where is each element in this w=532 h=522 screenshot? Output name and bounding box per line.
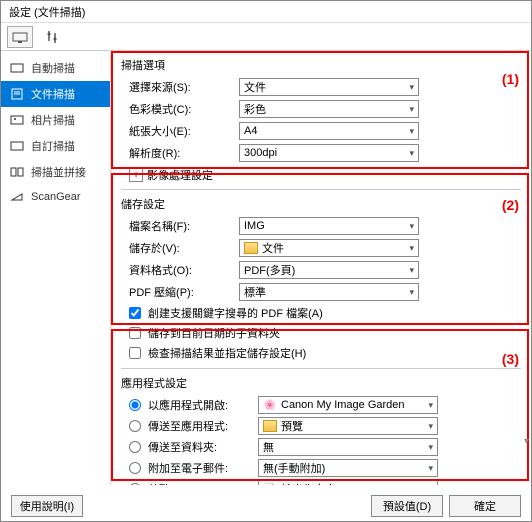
scangear-icon [9,190,25,204]
annotation-label-3: (3) [502,351,519,367]
scroll-indicator-icon[interactable]: ▾ [524,436,529,447]
attach-email-radio[interactable] [129,462,141,474]
open-with-app-label: 以應用程式開啟: [148,397,254,413]
sidebar-item-auto[interactable]: 自動掃描 [1,55,110,81]
saveto-select[interactable]: 文件▾ [239,239,419,257]
save-settings-title: 儲存設定 [121,196,525,212]
color-label: 色彩模式(C): [129,101,239,117]
chevron-down-icon: ▾ [409,126,414,137]
scan-options-title: 掃描選項 [121,57,525,73]
send-to-app-radio[interactable] [129,420,141,432]
pdfcomp-select[interactable]: 標準▾ [239,283,419,301]
format-select[interactable]: PDF(多頁)▾ [239,261,419,279]
send-to-folder-label: 傳送至資料夾: [148,439,254,455]
ok-button[interactable]: 確定 [449,495,521,517]
date-subfolder-label: 儲存到目前日期的子資料夾 [148,325,280,341]
sidebar-item-label: 自動掃描 [31,60,75,76]
chevron-down-icon: ▾ [409,221,414,232]
chevron-down-icon: ▾ [409,148,414,159]
pdf-keyword-label: 創建支援關鍵字搜尋的 PDF 檔案(A) [148,305,323,321]
app-settings-title: 應用程式設定 [121,375,525,391]
pdfcomp-label: PDF 壓縮(P): [129,284,239,300]
source-select[interactable]: 文件▾ [239,78,419,96]
stitch-scan-icon [9,165,25,179]
send-to-folder-radio[interactable] [129,441,141,453]
source-label: 選擇來源(S): [129,79,239,95]
saveto-label: 儲存於(V): [129,240,239,256]
scanner-tab-icon[interactable] [7,26,33,48]
defaults-button[interactable]: 預設值(D) [371,495,443,517]
send-to-folder-select[interactable]: 無▾ [258,438,438,456]
custom-scan-icon [9,139,25,153]
image-processing-label: 影像處理設定 [147,167,213,183]
start-ocr-radio[interactable] [129,483,141,485]
chevron-down-icon: ▾ [409,265,414,276]
help-button[interactable]: 使用說明(I) [11,495,83,517]
chevron-down-icon: ▾ [409,287,414,298]
sidebar: 自動掃描 文件掃描 相片掃描 自訂掃描 掃描並拼接 ScanGear [1,51,111,485]
filename-label: 檔案名稱(F): [129,218,239,234]
attach-email-label: 附加至電子郵件: [148,460,254,476]
divider [121,189,521,190]
divider [121,368,521,369]
start-ocr-select[interactable]: 📄輸出為文字▾ [258,480,438,485]
sidebar-item-photo[interactable]: 相片掃描 [1,107,110,133]
filename-select[interactable]: IMG▾ [239,217,419,235]
folder-icon [263,420,277,432]
chevron-down-icon: ▾ [409,243,414,254]
window-title: 設定 (文件掃描) [1,1,531,23]
annotation-label-2: (2) [502,197,519,213]
chevron-down-icon: ▾ [428,463,433,474]
tools-tab-icon[interactable] [39,26,65,48]
attach-email-select[interactable]: 無(手動附加)▾ [258,459,438,477]
send-to-app-select[interactable]: 預覽▾ [258,417,438,435]
app-icon: 🌸 [263,398,277,412]
settings-dialog: 設定 (文件掃描) 自動掃描 文件掃描 相片掃描 自訂掃描 [0,0,532,522]
pdf-keyword-checkbox[interactable] [129,307,141,319]
resolution-label: 解析度(R): [129,145,239,161]
check-results-checkbox[interactable] [129,347,141,359]
open-with-app-radio[interactable] [129,399,141,411]
sidebar-item-label: 文件掃描 [31,86,75,102]
chevron-down-icon: ▾ [428,484,433,486]
paper-label: 紙張大小(E): [129,123,239,139]
notepad-icon: 📄 [263,482,277,485]
photo-scan-icon [9,113,25,127]
plus-icon: + [129,168,143,182]
start-ocr-label: 啟動 OCR: [148,481,254,485]
sidebar-item-scangear[interactable]: ScanGear [1,185,110,209]
send-to-app-label: 傳送至應用程式: [148,418,254,434]
chevron-down-icon: ▾ [428,442,433,453]
check-results-label: 檢查掃描結果並指定儲存設定(H) [148,345,306,361]
format-label: 資料格式(O): [129,262,239,278]
toolbar [1,23,531,51]
chevron-down-icon: ▾ [428,400,433,411]
open-with-app-select[interactable]: 🌸Canon My Image Garden▾ [258,396,438,414]
sidebar-item-label: 自訂掃描 [31,138,75,154]
chevron-down-icon: ▾ [409,104,414,115]
sidebar-item-label: 掃描並拼接 [31,164,86,180]
resolution-select[interactable]: 300dpi▾ [239,144,419,162]
chevron-down-icon: ▾ [428,421,433,432]
sidebar-item-label: ScanGear [31,191,81,203]
sidebar-item-custom[interactable]: 自訂掃描 [1,133,110,159]
sidebar-item-document[interactable]: 文件掃描 [1,81,110,107]
date-subfolder-checkbox[interactable] [129,327,141,339]
image-processing-expand[interactable]: + 影像處理設定 [129,167,213,183]
auto-scan-icon [9,61,25,75]
sidebar-item-stitch[interactable]: 掃描並拼接 [1,159,110,185]
document-scan-icon [9,87,25,101]
annotation-label-1: (1) [502,71,519,87]
paper-select[interactable]: A4▾ [239,122,419,140]
folder-icon [244,242,258,254]
chevron-down-icon: ▾ [409,82,414,93]
color-select[interactable]: 彩色▾ [239,100,419,118]
sidebar-item-label: 相片掃描 [31,112,75,128]
main-panel: (1) (2) (3) 掃描選項 選擇來源(S): 文件▾ 色彩模式(C): 彩… [111,51,531,485]
